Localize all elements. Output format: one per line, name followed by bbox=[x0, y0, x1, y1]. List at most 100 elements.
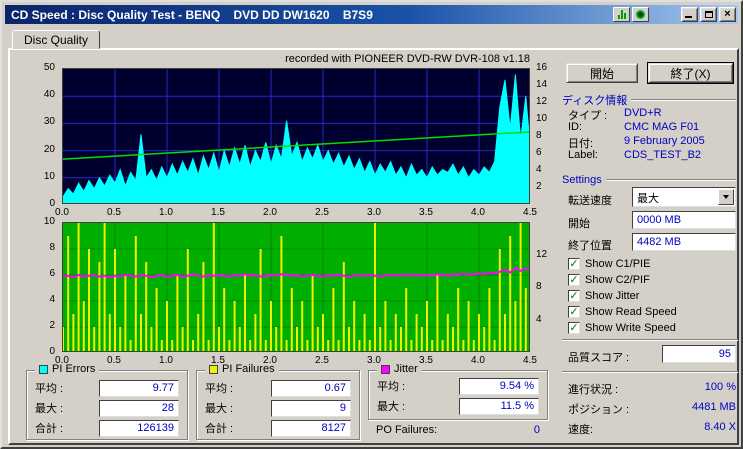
axis-tick: 12 bbox=[536, 96, 548, 107]
axis-tick: 6 bbox=[536, 147, 542, 158]
chart-0-y-right: 16 14 12 10 8 6 4 2 bbox=[534, 62, 558, 204]
pi-failures-legend: PI Failures bbox=[205, 363, 279, 375]
checkbox-label: Show C1/PIE bbox=[585, 258, 651, 270]
show-c1-pie-checkbox[interactable]: ✓ Show C1/PIE bbox=[568, 257, 650, 271]
tab-label: Disc Quality bbox=[23, 32, 88, 47]
pi-failures-total-label: 合計 : bbox=[205, 423, 234, 435]
maximize-icon bbox=[704, 11, 713, 18]
disc-icon-button[interactable] bbox=[632, 7, 649, 22]
axis-tick: 2 bbox=[536, 181, 542, 192]
axis-tick: 16 bbox=[536, 62, 548, 73]
disc-id-value: CMC MAG F01 bbox=[624, 121, 700, 133]
disc-label-value: CDS_TEST_B2 bbox=[624, 149, 702, 161]
settings-title: Settings bbox=[562, 174, 602, 186]
maximize-button[interactable] bbox=[700, 7, 717, 22]
title-bar[interactable]: CD Speed : Disc Quality Test - BENQ DVD … bbox=[5, 5, 738, 24]
divider bbox=[562, 371, 738, 373]
axis-tick: 40 bbox=[43, 89, 55, 101]
checkbox-box: ✓ bbox=[568, 258, 580, 270]
axis-tick: 6 bbox=[49, 268, 55, 279]
start-pos-field[interactable]: 0000 MB bbox=[632, 211, 736, 229]
axis-tick: 14 bbox=[536, 79, 548, 90]
checkbox-box: ✓ bbox=[568, 306, 580, 318]
close-icon: × bbox=[724, 8, 731, 20]
pi-errors-swatch-icon bbox=[39, 364, 48, 374]
bar-chart-icon bbox=[617, 10, 626, 19]
tab-disc-quality[interactable]: Disc Quality bbox=[12, 30, 100, 49]
jitter-max-value: 11.5 % bbox=[459, 397, 539, 415]
pi-errors-avg-value: 9.77 bbox=[99, 379, 179, 397]
exit-button[interactable]: 終了(X) bbox=[647, 62, 734, 84]
check-icon: ✓ bbox=[569, 289, 579, 302]
axis-tick: 1.0 bbox=[159, 355, 173, 366]
start-pos-label: 開始 bbox=[568, 218, 590, 230]
pi-failures-avg-label: 平均 : bbox=[205, 383, 234, 395]
axis-tick: 3.0 bbox=[367, 207, 381, 218]
divider bbox=[631, 99, 736, 101]
axis-tick: 3.5 bbox=[419, 207, 433, 218]
axis-tick: 4.0 bbox=[471, 355, 485, 366]
check-icon: ✓ bbox=[569, 273, 579, 286]
axis-tick: 0.5 bbox=[107, 355, 121, 366]
pi-errors-total-value: 126139 bbox=[99, 419, 179, 437]
axis-tick: 1.0 bbox=[159, 207, 173, 218]
pi-failures-max-value: 9 bbox=[271, 399, 351, 417]
chart-plot-1 bbox=[62, 222, 530, 352]
disc-info-title: ディスク情報 bbox=[562, 95, 628, 107]
jitter-group: Jitter 平均 : 9.54 % 最大 : 11.5 % bbox=[368, 363, 548, 420]
graph-icon-button[interactable] bbox=[613, 7, 630, 22]
axis-tick: 4 bbox=[536, 313, 542, 325]
jitter-max-label: 最大 : bbox=[377, 401, 406, 413]
end-pos-field[interactable]: 4482 MB bbox=[632, 233, 736, 251]
po-failures-row: PO Failures: 0 bbox=[376, 424, 540, 436]
axis-tick: 8 bbox=[536, 130, 542, 141]
chevron-down-icon bbox=[723, 195, 729, 199]
position-value: 4481 MB bbox=[691, 401, 736, 413]
chart-1-y-left: 10 8 6 4 2 0 bbox=[30, 216, 58, 357]
jitter-swatch-icon bbox=[381, 364, 390, 374]
axis-tick: 4.0 bbox=[471, 207, 485, 218]
checkbox-label: Show Write Speed bbox=[585, 322, 676, 334]
quality-score-value: 95 bbox=[662, 345, 736, 363]
axis-tick: 50 bbox=[43, 62, 55, 73]
checkbox-label: Show Jitter bbox=[585, 290, 640, 302]
pi-failures-title: PI Failures bbox=[222, 363, 275, 375]
axis-tick: 1.5 bbox=[211, 207, 225, 218]
axis-tick: 10 bbox=[536, 113, 548, 124]
show-read-speed-checkbox[interactable]: ✓ Show Read Speed bbox=[568, 305, 677, 319]
close-button[interactable]: × bbox=[719, 7, 736, 22]
chart-1-y-right: 12 8 4 bbox=[534, 222, 558, 352]
recorded-with-note: recorded with PIONEER DVD-RW DVR-108 v1.… bbox=[285, 53, 530, 65]
check-icon: ✓ bbox=[569, 257, 579, 270]
disc-label-label: Label: bbox=[568, 149, 598, 161]
show-write-speed-checkbox[interactable]: ✓ Show Write Speed bbox=[568, 321, 676, 335]
jitter-avg-label: 平均 : bbox=[377, 381, 406, 393]
axis-tick: 2.5 bbox=[315, 207, 329, 218]
axis-tick: 10 bbox=[43, 216, 55, 227]
checkbox-box: ✓ bbox=[568, 274, 580, 286]
pi-failures-total-value: 8127 bbox=[271, 419, 351, 437]
progress-value: 100 % bbox=[704, 381, 736, 393]
po-failures-value: 0 bbox=[533, 424, 540, 436]
app-window: CD Speed : Disc Quality Test - BENQ DVD … bbox=[0, 0, 743, 449]
minimize-button[interactable] bbox=[681, 7, 698, 22]
start-button[interactable]: 開始 bbox=[566, 63, 638, 83]
disc-quality-panel: recorded with PIONEER DVD-RW DVR-108 v1.… bbox=[8, 48, 739, 445]
disc-icon bbox=[636, 10, 645, 19]
axis-tick: 2.5 bbox=[315, 355, 329, 366]
checkbox-label: Show C2/PIF bbox=[585, 274, 650, 286]
axis-tick: 10 bbox=[43, 170, 55, 182]
combo-dropdown-button[interactable] bbox=[718, 189, 734, 205]
jitter-legend: Jitter bbox=[377, 363, 422, 375]
axis-tick: 0 bbox=[49, 346, 55, 357]
jitter-title: Jitter bbox=[394, 363, 418, 375]
pi-errors-max-value: 28 bbox=[99, 399, 179, 417]
titlebar-buttons: × bbox=[611, 7, 738, 22]
chart-1-x-axis: 0.0 0.5 1.0 1.5 2.0 2.5 3.0 3.5 4.0 4.5 bbox=[55, 355, 537, 368]
show-c2-pif-checkbox[interactable]: ✓ Show C2/PIF bbox=[568, 273, 650, 287]
speed-label: 速度: bbox=[568, 424, 594, 436]
axis-tick: 12 bbox=[536, 248, 548, 260]
pi-failures-group: PI Failures 平均 : 0.67 最大 : 9 合計 : 8127 bbox=[196, 363, 360, 440]
show-jitter-checkbox[interactable]: ✓ Show Jitter bbox=[568, 289, 639, 303]
transfer-speed-select[interactable]: 最大 bbox=[632, 187, 736, 207]
